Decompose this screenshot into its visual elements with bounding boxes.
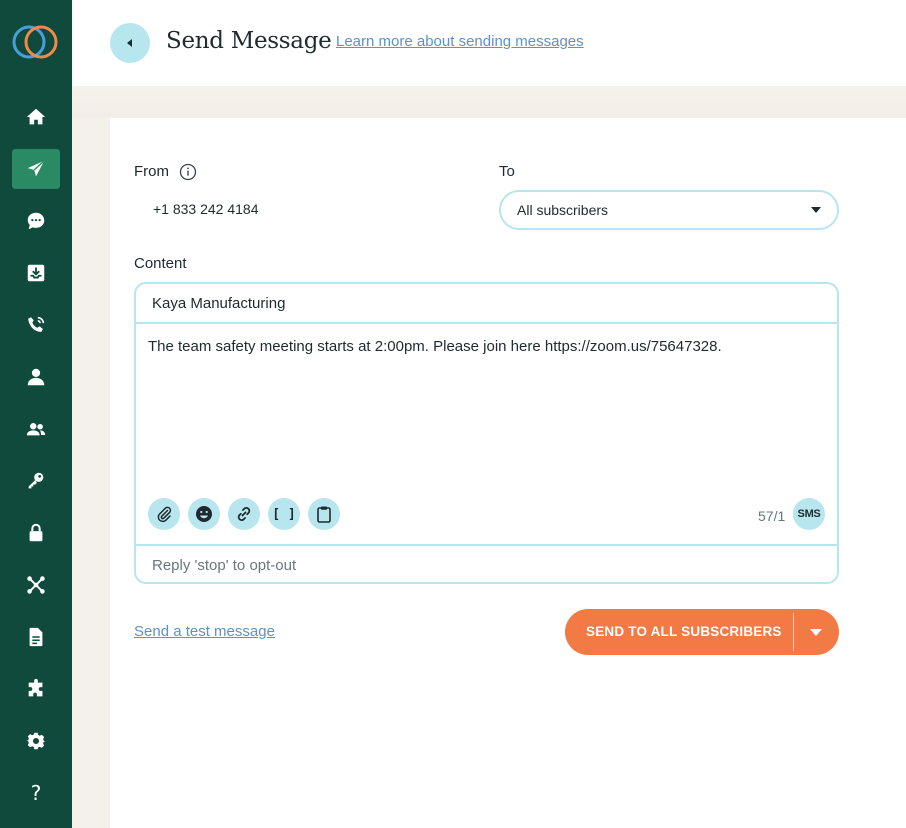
attachment-icon — [157, 506, 172, 523]
message-composer: Kaya Manufacturing The team safety meeti… — [134, 282, 839, 584]
template-icon — [317, 506, 331, 523]
lock-icon — [29, 523, 43, 542]
button-divider — [793, 613, 794, 651]
from-number: +1 833 242 4184 — [153, 201, 259, 217]
content-label: Content — [134, 255, 187, 272]
caret-down-icon — [811, 207, 821, 213]
nav-groups[interactable] — [12, 409, 60, 449]
nav-settings[interactable] — [12, 721, 60, 761]
app-logo[interactable] — [11, 23, 59, 61]
link-icon — [237, 507, 251, 521]
emoji-button[interactable] — [188, 498, 220, 530]
key-icon — [28, 472, 44, 489]
nav-contact[interactable] — [12, 357, 60, 397]
back-button[interactable] — [110, 23, 150, 63]
merge-field-button[interactable]: [ ] — [268, 498, 300, 530]
document-icon — [29, 627, 43, 647]
chat-icon — [27, 212, 45, 230]
nav-security[interactable] — [12, 513, 60, 553]
sidebar: ? — [0, 0, 72, 828]
send-test-message-link[interactable]: Send a test message — [134, 623, 275, 640]
top-bar-shadow — [72, 86, 906, 118]
nav-help[interactable]: ? — [12, 773, 60, 813]
send-button-group: SEND TO ALL SUBSCRIBERS — [565, 609, 839, 655]
insert-link-button[interactable] — [228, 498, 260, 530]
sender-name-field[interactable]: Kaya Manufacturing — [136, 284, 837, 324]
emoji-icon — [196, 506, 212, 522]
channel-badge: SMS — [793, 498, 825, 530]
page-title: Send Message — [166, 28, 332, 54]
chevron-left-icon — [127, 39, 132, 47]
opt-out-footer: Reply 'stop' to opt-out — [136, 544, 837, 582]
recipient-select-value: All subscribers — [517, 202, 609, 218]
users-icon — [26, 423, 46, 436]
puzzle-icon — [28, 678, 43, 697]
learn-more-link[interactable]: Learn more about sending messages — [336, 33, 584, 50]
nav-chat[interactable] — [12, 201, 60, 241]
nav-home[interactable] — [12, 97, 60, 137]
info-icon[interactable] — [179, 163, 197, 181]
to-label: To — [499, 163, 515, 180]
nav-inbox[interactable] — [12, 253, 60, 293]
gear-icon — [26, 732, 46, 750]
home-icon — [26, 108, 46, 125]
help-icon: ? — [30, 781, 42, 805]
user-icon — [27, 368, 45, 386]
inbox-icon — [27, 264, 45, 282]
nav-documents[interactable] — [12, 617, 60, 657]
opt-out-text: Reply 'stop' to opt-out — [152, 557, 297, 574]
attach-button[interactable] — [148, 498, 180, 530]
nav-calls[interactable] — [12, 305, 60, 345]
integrations-icon — [27, 576, 45, 594]
merge-field-icon: [ ] — [272, 506, 296, 522]
nav-send[interactable] — [12, 149, 60, 189]
nav-keys[interactable] — [12, 461, 60, 501]
template-button[interactable] — [308, 498, 340, 530]
recipient-select[interactable]: All subscribers — [499, 190, 839, 230]
send-options-dropdown-icon[interactable] — [810, 629, 822, 636]
nav-integrations[interactable] — [12, 565, 60, 605]
message-body-textarea[interactable]: The team safety meeting starts at 2:00pm… — [148, 338, 722, 355]
nav-addons[interactable] — [12, 669, 60, 709]
from-label: From — [134, 163, 169, 180]
character-count: 57/1 — [758, 508, 786, 524]
sender-name-value: Kaya Manufacturing — [152, 295, 286, 312]
phone-icon — [28, 316, 45, 332]
send-icon — [27, 160, 45, 177]
send-to-all-button[interactable]: SEND TO ALL SUBSCRIBERS — [586, 624, 782, 639]
